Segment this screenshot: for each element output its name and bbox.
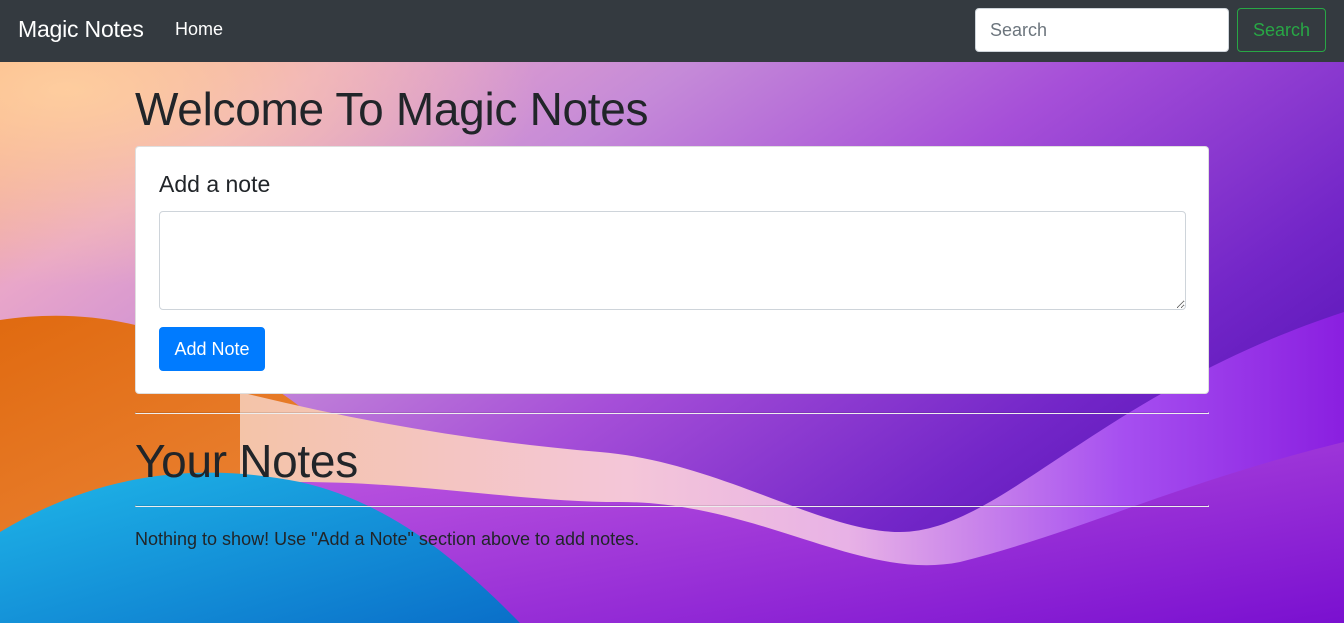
your-notes-heading: Your Notes <box>135 435 358 487</box>
search-button[interactable]: Search <box>1237 8 1326 52</box>
add-note-card: Add a note Add Note <box>135 146 1209 394</box>
search-input[interactable] <box>975 8 1229 52</box>
nav-link-home[interactable]: Home <box>175 19 223 40</box>
navbar: Magic Notes Home Search <box>0 0 1344 62</box>
page-title: Welcome To Magic Notes <box>135 83 649 135</box>
divider <box>135 412 1209 414</box>
brand-logo[interactable]: Magic Notes <box>18 16 144 43</box>
add-note-title: Add a note <box>159 171 271 197</box>
empty-notes-message: Nothing to show! Use "Add a Note" sectio… <box>135 529 640 549</box>
note-textarea[interactable] <box>159 211 1186 310</box>
divider <box>135 505 1209 507</box>
add-note-button[interactable]: Add Note <box>159 327 265 371</box>
